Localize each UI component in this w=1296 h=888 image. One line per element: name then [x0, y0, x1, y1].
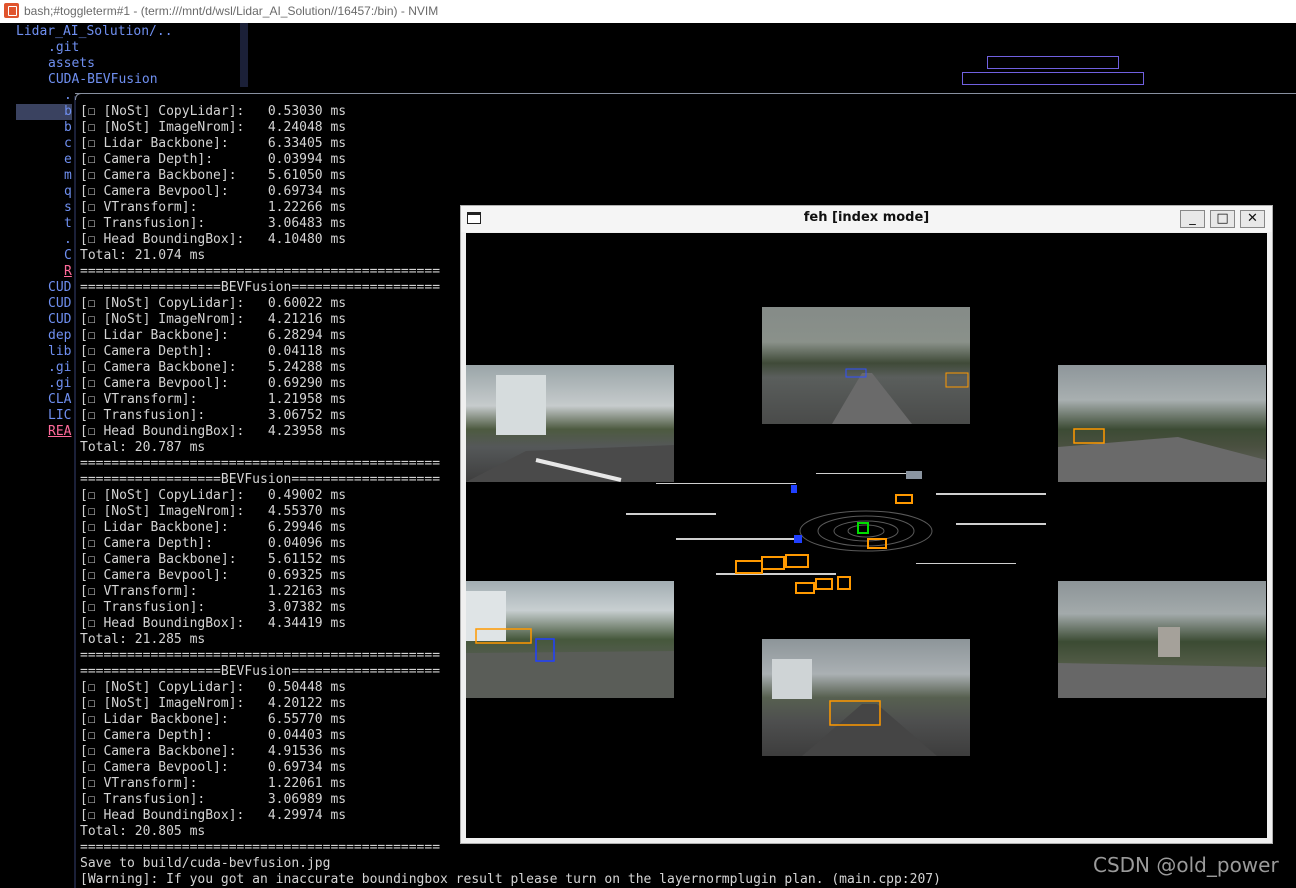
tree-item[interactable]: .gi	[48, 376, 71, 392]
tree-item[interactable]: s	[64, 200, 72, 216]
minimize-button[interactable]: _	[1180, 210, 1205, 228]
timing-row: [☐ Camera Depth]: 0.04118 ms	[80, 344, 347, 359]
tree-panel-border	[240, 23, 248, 87]
timing-row: [☐ [NoSt] ImageNrom]: 4.21216 ms	[80, 312, 347, 327]
timing-row: [☐ Head BoundingBox]: 4.23958 ms	[80, 424, 347, 439]
timing-row: [☐ Transfusion]: 3.07382 ms	[80, 600, 347, 615]
separator-line: ========================================…	[80, 456, 441, 471]
timing-row: [☐ [NoSt] ImageNrom]: 4.20122 ms	[80, 696, 347, 711]
tab-indicator-2	[962, 72, 1144, 85]
timing-row: [☐ [NoSt] CopyLidar]: 0.50448 ms	[80, 680, 347, 695]
warning-line: [Warning]: If you got an inaccurate boun…	[80, 872, 941, 887]
timing-row: [☐ Camera Depth]: 0.04096 ms	[80, 536, 347, 551]
camera-front-overlay	[832, 368, 969, 424]
timing-row: [☐ Camera Bevpool]: 0.69290 ms	[80, 376, 347, 391]
tree-item[interactable]: R	[64, 264, 72, 280]
feh-image-canvas[interactable]	[466, 233, 1267, 838]
timing-row: [☐ Head BoundingBox]: 4.29974 ms	[80, 808, 347, 823]
tree-item[interactable]: CUD	[48, 296, 71, 312]
tree-item[interactable]: m	[64, 168, 72, 184]
timing-row: [☐ VTransform]: 1.22061 ms	[80, 776, 347, 791]
camera-front-image	[762, 307, 970, 424]
bevfusion-header: ==================BEVFusion=============…	[80, 664, 441, 679]
tree-item[interactable]: assets	[48, 56, 95, 72]
bevfusion-header: ==================BEVFusion=============…	[80, 280, 441, 295]
tree-item[interactable]: b	[64, 120, 72, 136]
tree-item[interactable]: CUDA-BEVFusion	[48, 72, 158, 88]
feh-window[interactable]: feh [index mode] _ □ ✕	[460, 205, 1273, 844]
timing-row: [☐ Lidar Backbone]: 6.55770 ms	[80, 712, 347, 727]
feh-titlebar[interactable]: feh [index mode] _ □ ✕	[461, 206, 1272, 232]
tree-item[interactable]: CLA	[48, 392, 71, 408]
timing-row: [☐ Lidar Backbone]: 6.28294 ms	[80, 328, 347, 343]
float-border-top	[75, 93, 1296, 94]
window-title: bash;#toggleterm#1 - (term:///mnt/d/wsl/…	[24, 4, 439, 18]
camera-back-image	[762, 639, 970, 756]
timing-row: [☐ [NoSt] ImageNrom]: 4.55370 ms	[80, 504, 347, 519]
timing-row: [☐ Transfusion]: 3.06989 ms	[80, 792, 347, 807]
timing-row: [☐ Camera Bevpool]: 0.69734 ms	[80, 760, 347, 775]
camera-back-overlay	[772, 659, 937, 756]
separator-line: ========================================…	[80, 264, 441, 279]
save-line: Save to build/cuda-bevfusion.jpg	[80, 856, 331, 871]
tree-item[interactable]: .git	[48, 40, 79, 56]
timing-row: [☐ Head BoundingBox]: 4.34419 ms	[80, 616, 347, 631]
tree-item[interactable]: .	[64, 232, 72, 248]
timing-row: [☐ Camera Backbone]: 5.61152 ms	[80, 552, 347, 567]
timing-row: [☐ Camera Depth]: 0.04403 ms	[80, 728, 347, 743]
tree-item[interactable]: t	[64, 216, 72, 232]
timing-row: [☐ Camera Depth]: 0.03994 ms	[80, 152, 347, 167]
tree-item[interactable]: c	[64, 136, 72, 152]
terminal-app-icon	[4, 3, 19, 18]
timing-row: [☐ Lidar Backbone]: 6.29946 ms	[80, 520, 347, 535]
maximize-button[interactable]: □	[1210, 210, 1235, 228]
float-border-corner	[75, 93, 82, 100]
tree-item[interactable]: .gi	[48, 360, 71, 376]
tree-item[interactable]: dep	[48, 328, 71, 344]
separator-line: ========================================…	[80, 648, 441, 663]
timing-row: [☐ Head BoundingBox]: 4.10480 ms	[80, 232, 347, 247]
bevfusion-header: ==================BEVFusion=============…	[80, 472, 441, 487]
separator-line: ========================================…	[80, 840, 441, 855]
timing-row: [☐ Lidar Backbone]: 6.33405 ms	[80, 136, 347, 151]
tree-item[interactable]: .	[64, 88, 72, 104]
tree-item[interactable]: q	[64, 184, 72, 200]
total-line: Total: 20.805 ms	[80, 824, 206, 839]
tree-item[interactable]: CUD	[48, 280, 71, 296]
timing-row: [☐ [NoSt] ImageNrom]: 4.24048 ms	[80, 120, 347, 135]
total-line: Total: 21.074 ms	[80, 248, 206, 263]
tree-item[interactable]: C	[64, 248, 72, 264]
tree-item[interactable]: lib	[48, 344, 71, 360]
total-line: Total: 20.787 ms	[80, 440, 206, 455]
timing-row: [☐ Camera Backbone]: 5.61050 ms	[80, 168, 347, 183]
tree-item[interactable]: b	[16, 104, 72, 120]
total-line: Total: 21.285 ms	[80, 632, 206, 647]
timing-row: [☐ Camera Backbone]: 4.91536 ms	[80, 744, 347, 759]
timing-row: [☐ Transfusion]: 3.06483 ms	[80, 216, 347, 231]
timing-row: [☐ Camera Bevpool]: 0.69325 ms	[80, 568, 347, 583]
timing-row: [☐ VTransform]: 1.22266 ms	[80, 200, 347, 215]
tree-item[interactable]: CUD	[48, 312, 71, 328]
watermark: CSDN @old_power	[1093, 853, 1279, 877]
timing-row: [☐ VTransform]: 1.22163 ms	[80, 584, 347, 599]
tree-item[interactable]: e	[64, 152, 72, 168]
timing-row: [☐ [NoSt] CopyLidar]: 0.60022 ms	[80, 296, 347, 311]
timing-row: [☐ VTransform]: 1.21958 ms	[80, 392, 347, 407]
feh-title: feh [index mode]	[803, 210, 930, 225]
tree-item[interactable]: LIC	[48, 408, 71, 424]
timing-row: [☐ [NoSt] CopyLidar]: 0.53030 ms	[80, 104, 347, 119]
timing-row: [☐ [NoSt] CopyLidar]: 0.49002 ms	[80, 488, 347, 503]
tree-root[interactable]: Lidar_AI_Solution/..	[16, 24, 173, 40]
timing-row: [☐ Camera Bevpool]: 0.69734 ms	[80, 184, 347, 199]
close-button[interactable]: ✕	[1240, 210, 1265, 228]
timing-row: [☐ Transfusion]: 3.06752 ms	[80, 408, 347, 423]
tree-item[interactable]: REA	[48, 424, 71, 440]
tree-panel-border-lower	[74, 96, 76, 888]
tab-indicator-1	[987, 56, 1119, 69]
lidar-bev-pointcloud	[626, 471, 1046, 594]
window-titlebar: bash;#toggleterm#1 - (term:///mnt/d/wsl/…	[0, 0, 1296, 24]
timing-row: [☐ Camera Backbone]: 5.24288 ms	[80, 360, 347, 375]
